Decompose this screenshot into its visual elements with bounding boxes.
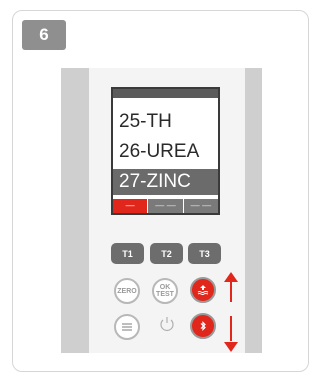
t1-key[interactable]: T1	[111, 243, 144, 264]
menu-item[interactable]: 25-TH	[113, 109, 218, 135]
menu-lines-icon	[122, 323, 132, 331]
ok-test-button[interactable]: OK TEST	[152, 278, 178, 304]
softkey-3[interactable]: — —	[182, 199, 218, 213]
softkey-bar: — — — — —	[113, 199, 218, 213]
water-up-icon	[197, 285, 209, 295]
down-key[interactable]	[190, 313, 216, 339]
softkey-1[interactable]: —	[113, 199, 148, 213]
softkey-2[interactable]: — —	[147, 199, 183, 213]
device-screen: 25-TH 26-UREA 27-ZINC — — — — —	[111, 87, 220, 215]
double-arrow-icon	[224, 272, 238, 352]
power-icon[interactable]	[158, 315, 176, 333]
test-label: TEST	[156, 291, 174, 298]
step-number-badge: 6	[22, 20, 66, 50]
ok-label: OK	[159, 284, 171, 291]
menu-item-selected[interactable]: 27-ZINC	[113, 169, 218, 195]
menu-item[interactable]: 26-UREA	[113, 139, 218, 165]
bluetooth-icon	[200, 321, 206, 331]
t3-key[interactable]: T3	[188, 243, 221, 264]
zero-button[interactable]: ZERO	[114, 278, 140, 304]
menu-button[interactable]	[114, 314, 140, 340]
t2-key[interactable]: T2	[150, 243, 183, 264]
screen-header-bar	[113, 89, 218, 98]
up-key[interactable]	[190, 277, 216, 303]
